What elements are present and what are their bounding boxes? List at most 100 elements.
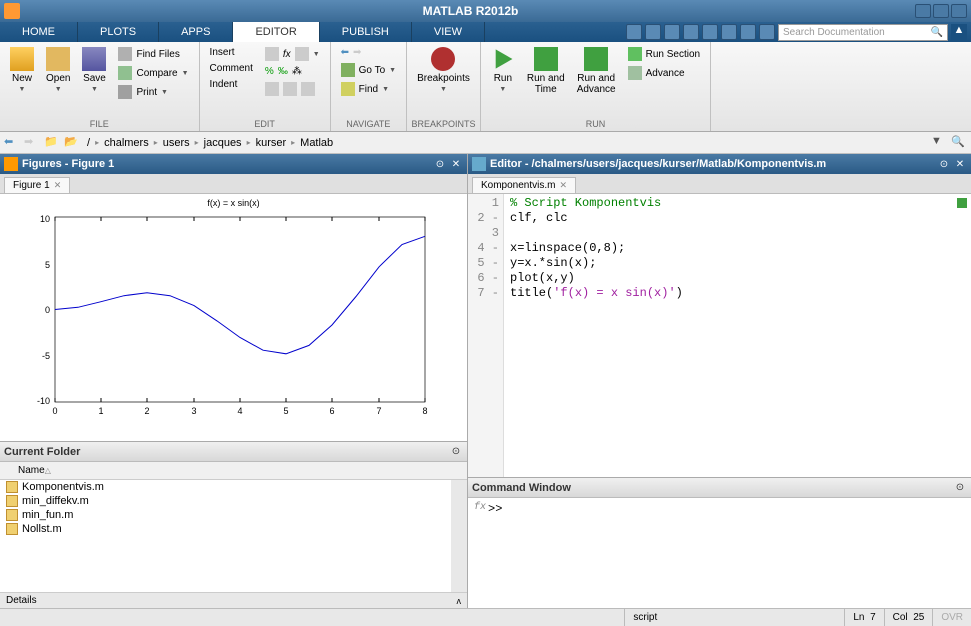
search-documentation-input[interactable]: Search Documentation 🔍 (778, 24, 948, 41)
command-prompt: >> (488, 502, 502, 604)
code-status-indicator[interactable] (957, 198, 967, 208)
bc-root[interactable]: / (84, 136, 93, 150)
folder-menu-button[interactable]: ⊙ (449, 445, 463, 459)
save-button[interactable]: Save▼ (78, 45, 110, 114)
breadcrumb: /▸ chalmers▸ users▸ jacques▸ kurser▸ Mat… (84, 136, 336, 150)
tab-apps[interactable]: APPS (159, 22, 233, 42)
list-item[interactable]: min_diffekv.m (0, 494, 451, 508)
search-icon: 🔍 (931, 27, 943, 38)
svg-text:10: 10 (40, 214, 50, 224)
details-bar[interactable]: Details ʌ (0, 592, 467, 608)
tab-publish[interactable]: PUBLISH (320, 22, 412, 42)
close-button[interactable] (951, 4, 967, 18)
svg-text:6: 6 (329, 406, 334, 416)
figures-menu-button[interactable]: ⊙ (433, 157, 447, 171)
fx-icon[interactable]: fx (474, 502, 486, 604)
figure-tab-close[interactable]: ✕ (54, 180, 62, 191)
tab-home[interactable]: HOME (0, 22, 78, 42)
svg-text:4: 4 (237, 406, 242, 416)
bc-1[interactable]: chalmers (101, 136, 152, 150)
folder-panel-title: Current Folder (4, 446, 447, 458)
cmd-menu-button[interactable]: ⊙ (953, 481, 967, 495)
run-and-time-button[interactable]: Run and Time (523, 45, 569, 114)
comment-button[interactable]: Comment (206, 61, 257, 76)
bc-4[interactable]: kurser (253, 136, 290, 150)
editor-panel-title: Editor - /chalmers/users/jacques/kurser/… (490, 158, 935, 170)
addr-search-icon[interactable]: 🔍 (951, 135, 967, 151)
nav-back-button[interactable]: ⬅ ➡ (337, 45, 400, 60)
command-window-panel: Command Window ⊙ fx >> (468, 478, 971, 608)
folder-list[interactable]: Komponentvis.m min_diffekv.m min_fun.m N… (0, 480, 451, 592)
nav-back-icon[interactable]: ⬅ (4, 135, 20, 151)
quick-access-help[interactable] (759, 24, 775, 40)
details-expand-icon[interactable]: ʌ (457, 596, 462, 606)
nav-forward-icon[interactable]: ➡ (24, 135, 40, 151)
breakpoints-button[interactable]: Breakpoints▼ (413, 45, 474, 114)
new-button[interactable]: New▼ (6, 45, 38, 114)
quick-access-1[interactable] (626, 24, 642, 40)
svg-text:2: 2 (144, 406, 149, 416)
svg-text:0: 0 (45, 305, 50, 315)
quick-access-undo[interactable] (721, 24, 737, 40)
run-section-button[interactable]: Run Section (624, 45, 704, 63)
find-button[interactable]: Find ▼ (337, 80, 400, 98)
titlebar: MATLAB R2012b (0, 0, 971, 22)
minimize-toolstrip-button[interactable]: ▲ (951, 24, 967, 40)
insert-button[interactable]: Insert (206, 45, 257, 60)
quick-access-copy[interactable] (683, 24, 699, 40)
figures-close-button[interactable]: ✕ (449, 157, 463, 171)
window-title: MATLAB R2012b (26, 4, 915, 18)
quick-access-save[interactable] (645, 24, 661, 40)
indent-adjust-button[interactable] (261, 80, 324, 98)
open-button[interactable]: Open▼ (42, 45, 74, 114)
status-col: Col 25 (884, 609, 933, 626)
print-button[interactable]: Print ▼ (114, 83, 192, 101)
quick-access-cut[interactable] (664, 24, 680, 40)
editor-tab-close[interactable]: ✕ (559, 180, 567, 191)
list-item[interactable]: min_fun.m (0, 508, 451, 522)
figure-canvas[interactable]: f(x) = x sin(x) 10 5 0 -5 -10 0 1 2 3 4 … (0, 194, 467, 441)
address-bar: ⬅ ➡ 📁 📂 /▸ chalmers▸ users▸ jacques▸ kur… (0, 132, 971, 154)
status-line: Ln 7 (844, 609, 883, 626)
m-file-icon (6, 495, 18, 507)
folder-icon[interactable]: 📂 (64, 135, 80, 151)
command-window[interactable]: fx >> (468, 498, 971, 608)
insert-section-button[interactable]: fx ▼ (261, 45, 324, 63)
tab-plots[interactable]: PLOTS (78, 22, 159, 42)
svg-text:7: 7 (376, 406, 381, 416)
editor-close-button[interactable]: ✕ (953, 157, 967, 171)
code-area[interactable]: % Script Komponentvis clf, clc x=linspac… (504, 194, 971, 477)
list-item[interactable]: Nollst.m (0, 522, 451, 536)
figures-panel: Figures - Figure 1 ⊙ ✕ Figure 1 ✕ f(x) =… (0, 154, 467, 442)
run-button[interactable]: Run▼ (487, 45, 519, 114)
goto-button[interactable]: Go To ▼ (337, 61, 400, 79)
editor-icon (472, 157, 486, 171)
bc-3[interactable]: jacques (201, 136, 245, 150)
editor-content[interactable]: 1 2 - 3 4 - 5 - 6 - 7 - % Script Kompone… (468, 194, 971, 477)
figure-tab[interactable]: Figure 1 ✕ (4, 177, 70, 193)
editor-file-tab[interactable]: Komponentvis.m ✕ (472, 177, 576, 193)
quick-access-paste[interactable] (702, 24, 718, 40)
tab-editor[interactable]: EDITOR (233, 22, 319, 42)
folder-up-icon[interactable]: 📁 (44, 135, 60, 151)
bc-5[interactable]: Matlab (297, 136, 336, 150)
folder-scrollbar[interactable] (451, 480, 467, 592)
advance-button[interactable]: Advance (624, 64, 704, 82)
list-item[interactable]: Komponentvis.m (0, 480, 451, 494)
comment-toggle-button[interactable]: % ‰ ⁂ (261, 64, 324, 79)
folder-name-column[interactable]: Name △ (0, 462, 467, 480)
svg-text:-5: -5 (42, 351, 50, 361)
quick-access-redo[interactable] (740, 24, 756, 40)
find-files-button[interactable]: Find Files (114, 45, 192, 63)
compare-button[interactable]: Compare ▼ (114, 64, 192, 82)
indent-button[interactable]: Indent (206, 77, 257, 92)
main-tabbar: HOME PLOTS APPS EDITOR PUBLISH VIEW Sear… (0, 22, 971, 42)
minimize-button[interactable] (915, 4, 931, 18)
breakpoints-group-label: BREAKPOINTS (407, 117, 480, 131)
maximize-button[interactable] (933, 4, 949, 18)
editor-menu-button[interactable]: ⊙ (937, 157, 951, 171)
addr-dropdown-icon[interactable]: ▼ (931, 135, 947, 151)
bc-2[interactable]: users (160, 136, 193, 150)
run-and-advance-button[interactable]: Run and Advance (573, 45, 620, 114)
tab-view[interactable]: VIEW (412, 22, 485, 42)
